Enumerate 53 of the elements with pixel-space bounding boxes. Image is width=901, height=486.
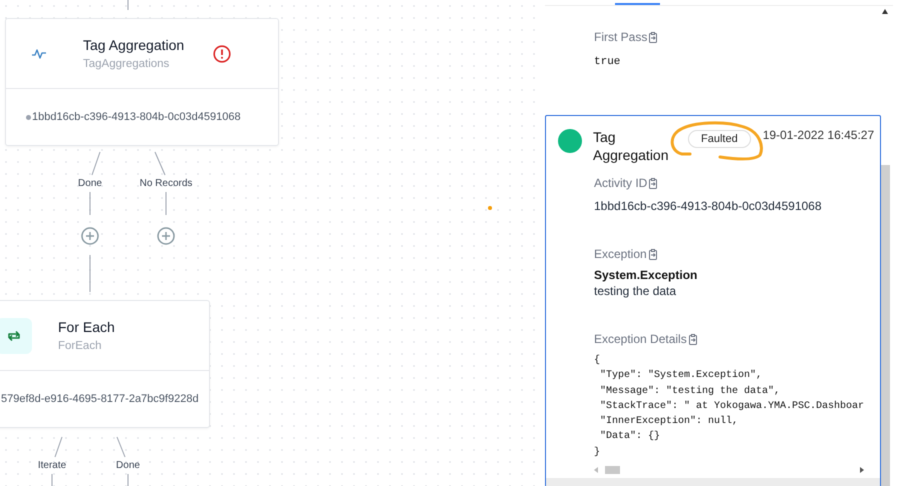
field-label: Exception Details (594, 332, 687, 346)
code-line: } (594, 446, 602, 460)
node-id: 579ef8d-e916-4695-8177-2a7bc9f9228d (1, 393, 199, 405)
code-line: "Data": {} (599, 430, 662, 444)
copy-icon[interactable] (648, 178, 658, 188)
code-line: "Type": "System.Exception", (599, 368, 764, 384)
activity-node[interactable]: For Each ForEach 579ef8d-e916-4695-8177-2a7bc9f9228d (0, 300, 210, 428)
add-button[interactable] (81, 227, 99, 245)
code-line: "InnerException": null, (599, 414, 740, 430)
field-label: Exception (594, 247, 647, 261)
field-value: 1bbd16cb-c396-4913-804b-0c03d4591068 (594, 199, 822, 213)
copy-icon[interactable] (648, 248, 658, 260)
exception-message: testing the data (594, 284, 676, 298)
scroll-up-icon[interactable] (882, 9, 888, 14)
node-title: For Each (58, 319, 116, 335)
connector-line (154, 152, 166, 176)
exception-type: System.Exception (594, 268, 698, 282)
activity-title: Tag Aggregation (593, 128, 670, 164)
scrollbar-thumb[interactable] (605, 466, 620, 474)
pulse-icon (31, 48, 47, 60)
field-label: First Pass (594, 30, 648, 44)
outcome-label: Done (116, 460, 140, 471)
status-badge: Faulted (688, 130, 751, 148)
outcome-label: Done (78, 178, 102, 189)
activity-card[interactable] (545, 115, 881, 486)
activity-node[interactable]: Tag Aggregation TagAggregations 1bbd16cb-c396-4913-804b-0c03d4591068 (5, 18, 279, 146)
node-type: TagAggregations (83, 58, 170, 70)
status-dot (558, 129, 582, 153)
marker-dot (488, 206, 492, 210)
field-value: true (594, 56, 620, 68)
plus-icon (81, 227, 99, 245)
connector-line (54, 436, 62, 458)
code-line: { (594, 354, 602, 368)
node-title: Tag Aggregation (83, 37, 186, 53)
scrollbar-thumb[interactable] (880, 165, 890, 486)
field-label: Activity ID (594, 176, 648, 190)
timestamp: 19-01-2022 16:45:27 (762, 128, 874, 142)
copy-icon[interactable] (688, 334, 698, 344)
scroll-right-icon[interactable] (859, 467, 864, 474)
node-type: ForEach (58, 340, 102, 352)
code-line: "Message": "testing the data", (599, 384, 782, 399)
connector-line (116, 436, 126, 458)
add-button[interactable] (157, 227, 175, 245)
copy-icon[interactable] (648, 32, 658, 42)
outcome-label: Iterate (38, 460, 66, 471)
node-id: 1bbd16cb-c396-4913-804b-0c03d4591068 (32, 111, 241, 123)
loop-icon (6, 328, 22, 342)
status-dot (26, 114, 31, 120)
code-line: "StackTrace": " at Yokogawa.YMA.PSC.Dashboar (599, 400, 866, 414)
plus-icon (157, 227, 175, 245)
outcome-label: No Records (140, 178, 192, 189)
tab[interactable] (615, 0, 660, 5)
connector-line (92, 152, 100, 176)
